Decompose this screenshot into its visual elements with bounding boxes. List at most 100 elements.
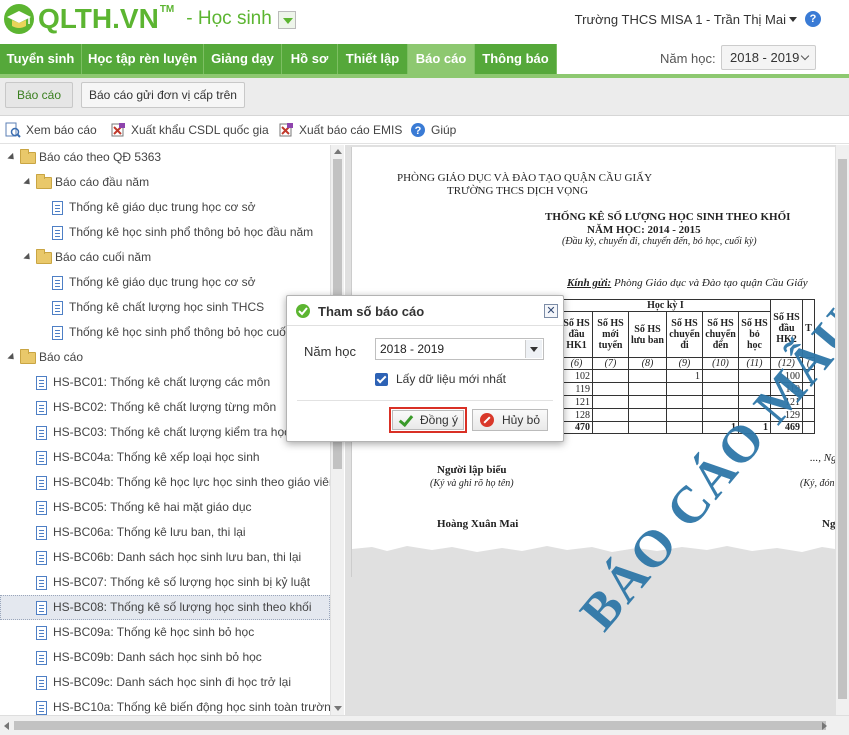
tree-leaf-label: Thống kê giáo dục trung học cơ sở <box>69 275 256 289</box>
tree-leaf[interactable]: Thống kê học sinh phổ thông bỏ học đầu n… <box>52 220 313 245</box>
tree-report-item[interactable]: HS-BC07: Thống kê số lượng học sinh bị k… <box>36 570 310 595</box>
help-icon[interactable]: ? <box>805 11 821 27</box>
tree-report-item[interactable]: HS-BC05: Thống kê hai mặt giáo dục <box>36 495 252 520</box>
tree-leaf[interactable]: Thống kê giáo dục trung học cơ sở <box>52 195 256 220</box>
svg-text:?: ? <box>415 125 422 137</box>
expand-toggle-icon[interactable] <box>23 252 33 263</box>
tree-report-item[interactable]: HS-BC06b: Danh sách học sinh lưu ban, th… <box>36 545 301 570</box>
cell: 102 <box>560 369 593 383</box>
report-note: (Đầu kỳ, chuyển đi, chuyển đến, bỏ học, … <box>562 236 757 247</box>
tree-report-item-selected[interactable]: HS-BC08: Thống kê số lượng học sinh theo… <box>0 595 330 620</box>
tree-report-item[interactable]: HS-BC03: Thống kê chất lượng kiểm tra họ… <box>36 420 290 445</box>
tree-leaf-label: Thống kê học sinh phổ thông bỏ học cuối <box>69 325 289 339</box>
export-csdl-button[interactable]: Xuất khẩu CSDL quốc gia <box>110 122 269 138</box>
school-year-value: 2018 - 2019 <box>730 50 800 65</box>
user-menu[interactable]: Trường THCS MISA 1 - Trần Thị Mai <box>575 12 797 27</box>
cell: 119 <box>560 382 593 396</box>
expand-toggle-icon[interactable] <box>7 352 17 363</box>
tree-node-label: Báo cáo theo QĐ 5363 <box>39 150 162 164</box>
year-select[interactable]: 2018 - 2019 <box>375 338 544 360</box>
tree-report-item[interactable]: HS-BC10a: Thống kê biến động học sinh to… <box>36 695 338 715</box>
tree-report-item[interactable]: HS-BC02: Thống kê chất lượng từng môn <box>36 395 276 420</box>
cell <box>628 408 667 422</box>
tree-report-label: HS-BC09a: Thống kê học sinh bỏ học <box>53 625 255 639</box>
signer-right-date: ..., Ng <box>810 452 835 464</box>
scroll-left-icon[interactable] <box>4 722 9 730</box>
main-nav: Tuyển sinh Học tập rèn luyện Giảng dạy H… <box>0 44 849 78</box>
col-number: (10) <box>702 357 739 370</box>
tree-node-label: Báo cáo cuối năm <box>55 250 152 264</box>
view-report-button[interactable]: Xem báo cáo <box>5 122 97 138</box>
nav-giang-day[interactable]: Giảng dạy <box>204 44 282 74</box>
nav-thong-bao[interactable]: Thông báo <box>475 44 557 74</box>
chevron-down-icon[interactable] <box>525 340 542 358</box>
tree-node-bao-cao[interactable]: Báo cáo <box>7 345 83 370</box>
folder-icon <box>36 248 52 264</box>
document-icon <box>36 575 47 590</box>
tree-node-label: Báo cáo đầu năm <box>55 175 150 189</box>
tree-leaf[interactable]: Thống kê học sinh phổ thông bỏ học cuối <box>52 320 289 345</box>
agree-button[interactable]: Đồng ý <box>389 407 467 433</box>
tree-report-label: HS-BC06b: Danh sách học sinh lưu ban, th… <box>53 550 302 564</box>
export-emis-button[interactable]: Xuất báo cáo EMIS <box>278 122 402 138</box>
app-header: QLTH.VN TM - Học sinh Trường THCS MISA 1… <box>0 0 849 42</box>
tree-report-item[interactable]: HS-BC06a: Thống kê lưu ban, thi lại <box>36 520 246 545</box>
nav-bao-cao[interactable]: Báo cáo <box>408 44 475 74</box>
school-year-select[interactable]: 2018 - 2019 <box>721 45 816 70</box>
export-emis-label: Xuất báo cáo EMIS <box>299 123 403 137</box>
document-icon <box>52 300 63 315</box>
nav-ho-so[interactable]: Hồ sơ <box>282 44 338 74</box>
tree-report-label: HS-BC04a: Thống kê xếp loại học sinh <box>53 450 260 464</box>
scroll-thumb[interactable] <box>838 159 847 699</box>
tree-node-qd5363[interactable]: Báo cáo theo QĐ 5363 <box>7 145 162 170</box>
cancel-button[interactable]: Hủy bỏ <box>472 409 548 431</box>
tree-report-label: HS-BC10a: Thống kê biến động học sinh to… <box>53 700 338 714</box>
signer-right-note: (Ký, đón <box>800 478 835 489</box>
tree-report-label: HS-BC04b: Thống kê học lực học sinh theo… <box>53 475 336 489</box>
tree-node-dau-nam[interactable]: Báo cáo đầu năm <box>23 170 150 195</box>
horizontal-scrollbar[interactable] <box>0 715 849 735</box>
cell <box>702 369 739 383</box>
nav-hoc-tap-ren-luyen[interactable]: Học tập rèn luyện <box>82 44 204 74</box>
document-icon <box>36 550 47 565</box>
tab-bao-cao-gui-cap-tren[interactable]: Báo cáo gửi đơn vị cấp trên <box>81 82 245 108</box>
cell <box>592 408 629 422</box>
document-icon <box>36 425 47 440</box>
latest-data-checkbox[interactable]: Lấy dữ liệu mới nhất <box>375 372 506 386</box>
table-header: Số HS lưu ban <box>628 311 667 358</box>
role-label: - Học sinh <box>186 8 272 29</box>
expand-toggle-icon[interactable] <box>23 177 33 188</box>
expand-toggle-icon[interactable] <box>7 152 17 163</box>
tree-report-item[interactable]: HS-BC09b: Danh sách học sinh bỏ học <box>36 645 262 670</box>
tree-report-item[interactable]: HS-BC09c: Danh sách học sinh đi học trở … <box>36 670 291 695</box>
document-icon <box>52 200 63 215</box>
document-icon <box>36 600 47 615</box>
tree-report-item[interactable]: HS-BC01: Thống kê chất lượng các môn <box>36 370 270 395</box>
scroll-down-icon[interactable] <box>334 706 342 711</box>
tree-leaf[interactable]: Thống kê chất lượng học sinh THCS <box>52 295 264 320</box>
checkbox-checked-icon[interactable] <box>375 372 388 386</box>
tree-report-label: HS-BC03: Thống kê chất lượng kiểm tra họ… <box>53 425 291 439</box>
scroll-right-icon[interactable] <box>822 722 827 730</box>
tree-report-label: HS-BC06a: Thống kê lưu ban, thi lại <box>53 525 246 539</box>
tree-leaf[interactable]: Thống kê giáo dục trung học cơ sở <box>52 270 256 295</box>
scroll-thumb[interactable] <box>14 721 826 730</box>
tree-report-item[interactable]: HS-BC04a: Thống kê xếp loại học sinh <box>36 445 260 470</box>
logo[interactable]: QLTH.VN TM - Học sinh <box>2 2 296 36</box>
role-dropdown-icon[interactable] <box>277 11 296 29</box>
tree-node-cuoi-nam[interactable]: Báo cáo cuối năm <box>23 245 152 270</box>
col-number: (9) <box>666 357 703 370</box>
preview-scrollbar[interactable] <box>835 145 849 715</box>
nav-tuyen-sinh[interactable]: Tuyển sinh <box>0 44 82 74</box>
tree-report-item[interactable]: HS-BC04b: Thống kê học lực học sinh theo… <box>36 470 336 495</box>
document-icon <box>36 450 47 465</box>
close-icon[interactable]: ✕ <box>544 304 558 318</box>
nav-thiet-lap[interactable]: Thiết lập <box>338 44 408 74</box>
tab-bao-cao[interactable]: Báo cáo <box>5 82 73 108</box>
cell <box>628 395 667 409</box>
school-year-label: Năm học: <box>660 51 716 66</box>
recipient-value: Phòng Giáo dục và Đào tạo quận Cầu Giấy <box>613 277 808 289</box>
help-button[interactable]: ? Giúp <box>410 122 456 138</box>
scroll-up-icon[interactable] <box>334 149 342 154</box>
tree-report-item[interactable]: HS-BC09a: Thống kê học sinh bỏ học <box>36 620 254 645</box>
